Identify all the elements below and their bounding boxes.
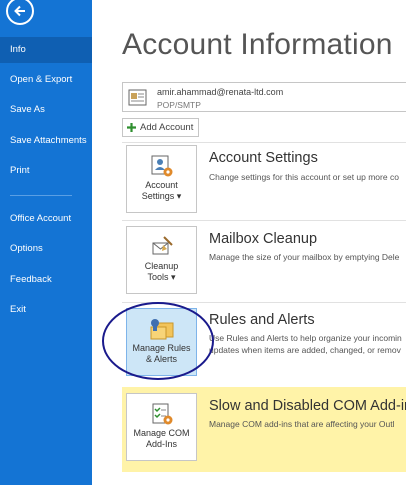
manage-com-addins-button[interactable]: Manage COM Add-Ins (126, 393, 197, 461)
manage-rules-label-2: & Alerts (145, 354, 177, 364)
com-addins-title: Slow and Disabled COM Add-ins (209, 398, 406, 414)
section-divider (122, 142, 406, 143)
nav-options[interactable]: Options (0, 236, 92, 262)
manage-com-label-1: Manage COM (133, 428, 190, 438)
cleanup-tools-icon (152, 236, 173, 255)
cleanup-tools-label-2: Tools ▾ (147, 272, 176, 282)
rules-alerts-description-2: updates when items are added, changed, o… (209, 345, 401, 355)
account-card-icon (128, 89, 147, 106)
nav-save-as[interactable]: Save As (0, 97, 92, 123)
account-settings-title: Account Settings (209, 150, 318, 166)
rules-alerts-description: Use Rules and Alerts to help organize yo… (209, 333, 402, 343)
account-settings-label-2: Settings ▾ (141, 191, 182, 201)
mailbox-cleanup-description: Manage the size of your mailbox by empty… (209, 252, 400, 262)
nav-exit[interactable]: Exit (0, 297, 92, 323)
account-settings-description: Change settings for this account or set … (209, 172, 399, 182)
nav-divider (10, 195, 72, 196)
backstage-sidebar: Info Open & Export Save As Save Attachme… (0, 0, 92, 485)
account-type: POP/SMTP (157, 100, 201, 110)
back-arrow-icon (14, 5, 25, 17)
nav-save-attachments[interactable]: Save Attachments (0, 128, 92, 154)
manage-rules-label-1: Manage Rules (132, 343, 191, 353)
com-addins-description: Manage COM add-ins that are affecting yo… (209, 419, 395, 429)
nav-print[interactable]: Print (0, 158, 92, 184)
cleanup-tools-button[interactable]: Cleanup Tools ▾ (126, 226, 197, 294)
account-settings-button[interactable]: Account Settings ▾ (126, 145, 197, 213)
account-settings-label-1: Account (145, 180, 178, 190)
account-email: amir.ahammad@renata-ltd.com (157, 87, 284, 97)
account-settings-icon (151, 155, 172, 177)
rules-alerts-icon (150, 319, 173, 340)
manage-com-label-2: Add-Ins (145, 439, 178, 449)
cleanup-tools-label-1: Cleanup (144, 261, 179, 271)
com-addins-icon (152, 403, 172, 425)
add-account-label: Add Account (140, 122, 194, 133)
nav-feedback[interactable]: Feedback (0, 267, 92, 293)
nav-open-export[interactable]: Open & Export (0, 67, 92, 93)
page-title: Account Information (122, 28, 393, 61)
add-account-button[interactable]: Add Account (122, 118, 199, 137)
nav-info[interactable]: Info (0, 37, 92, 63)
nav-office-account[interactable]: Office Account (0, 206, 92, 232)
rules-alerts-title: Rules and Alerts (209, 312, 315, 328)
back-button[interactable] (6, 0, 34, 25)
account-selector[interactable]: amir.ahammad@renata-ltd.com POP/SMTP (122, 82, 406, 112)
plus-icon (127, 123, 136, 132)
section-divider (122, 302, 406, 303)
mailbox-cleanup-title: Mailbox Cleanup (209, 231, 318, 247)
section-divider (122, 220, 406, 221)
manage-rules-alerts-button[interactable]: Manage Rules & Alerts (126, 308, 197, 376)
